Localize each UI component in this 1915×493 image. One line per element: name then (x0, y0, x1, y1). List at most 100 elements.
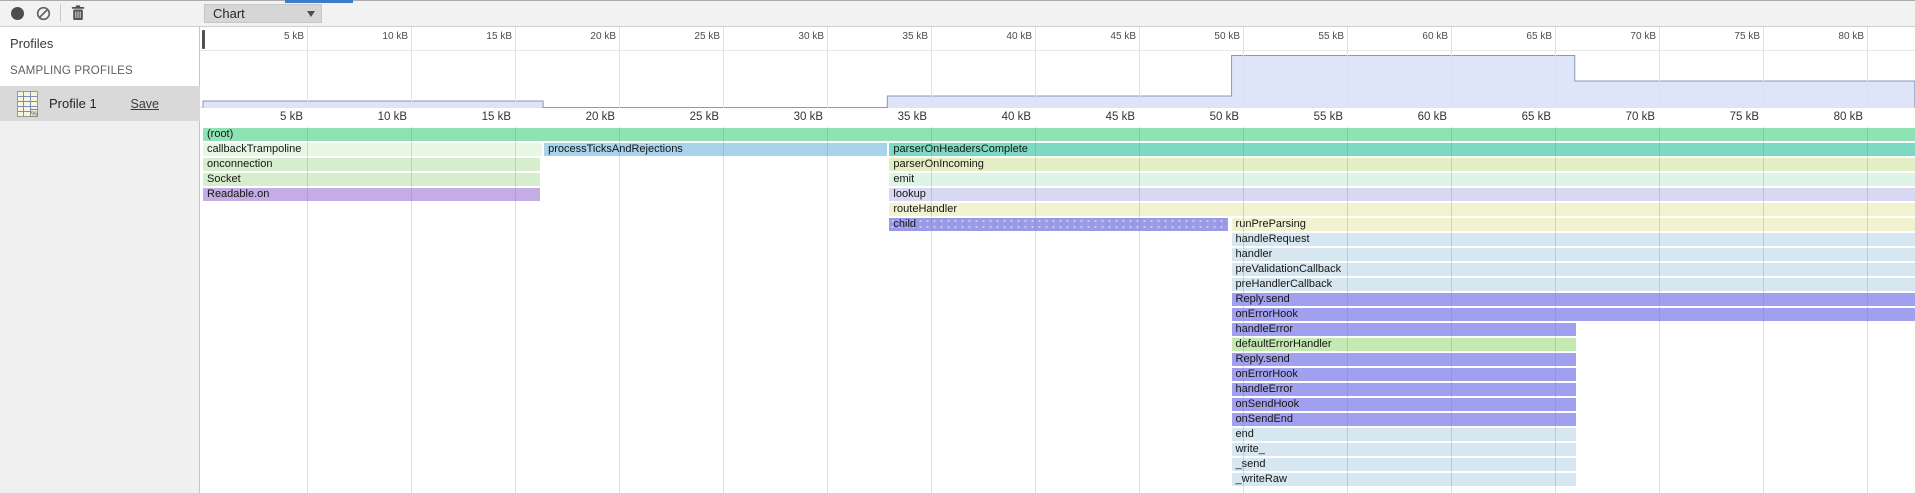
flame-chart-ruler: 5 kB 10 kB 15 kB 20 kB 25 kB 30 kB 35 kB 40 kB 4… (200, 108, 1915, 127)
gridline (619, 27, 620, 108)
flame-bar[interactable]: handleError (1232, 383, 1576, 396)
delete-profile-button[interactable] (65, 1, 91, 25)
gridline (827, 127, 828, 493)
gridline (1347, 27, 1348, 108)
gridline (1035, 27, 1036, 108)
flame-bar[interactable]: write_ (1232, 443, 1576, 456)
ruler-tick-label: 5 kB (244, 31, 304, 45)
ruler-tick-label: 45 kB (1076, 31, 1136, 45)
flame-chart-pane: 5 kB 10 kB 15 kB 20 kB 25 kB 30 kB 35 kB 40 kB 4… (200, 27, 1915, 493)
selection-left-handle[interactable] (202, 30, 205, 49)
record-button[interactable] (4, 1, 30, 25)
ruler-tick-label: 35 kB (868, 31, 928, 45)
flame-bar[interactable]: Readable.on (203, 188, 540, 201)
flame-bar[interactable]: preHandlerCallback (1232, 278, 1915, 291)
flame-bar[interactable]: (root) (203, 128, 1915, 141)
flame-bar[interactable]: routeHandler (889, 203, 1914, 216)
chevron-down-icon (307, 11, 315, 17)
ruler-tick-label: 50 kB (1175, 111, 1239, 125)
flame-bar[interactable]: Reply.send (1232, 353, 1576, 366)
sidebar-item-profile-1[interactable]: % Profile 1 Save (0, 86, 200, 121)
gridline (723, 27, 724, 108)
gridline (515, 27, 516, 108)
ruler-tick-label: 10 kB (343, 111, 407, 125)
sampling-profiles-header: SAMPLING PROFILES (10, 65, 133, 77)
flame-bar[interactable]: processTicksAndRejections (544, 143, 887, 156)
profiler-toolbar: Chart (0, 0, 1915, 27)
clear-button[interactable] (30, 1, 56, 25)
flame-bar[interactable]: handler (1232, 248, 1915, 261)
flame-bar[interactable]: handleError (1232, 323, 1576, 336)
ruler-tick-label: 30 kB (764, 31, 824, 45)
gridline (1555, 27, 1556, 108)
flame-bar[interactable]: callbackTrampoline (203, 143, 542, 156)
flame-bar[interactable]: onErrorHook (1232, 308, 1915, 321)
flame-bar[interactable]: onErrorHook (1232, 368, 1576, 381)
ruler-tick-label: 20 kB (556, 31, 616, 45)
profile-name: Profile 1 (49, 96, 131, 111)
svg-text:%: % (31, 110, 37, 116)
profiles-sidebar: Profiles SAMPLING PROFILES % Profile 1 S… (0, 27, 200, 493)
record-icon (11, 7, 24, 20)
ruler-tick-label: 75 kB (1695, 111, 1759, 125)
gridline (723, 127, 724, 493)
flame-bar[interactable]: onSendEnd (1232, 413, 1576, 426)
ruler-tick-label: 20 kB (551, 111, 615, 125)
ruler-tick-label: 35 kB (863, 111, 927, 125)
flame-bar[interactable]: lookup (889, 188, 1914, 201)
flame-bar[interactable]: emit (889, 173, 1914, 186)
trash-icon (71, 5, 85, 21)
ruler-tick-label: 60 kB (1388, 31, 1448, 45)
ruler-tick-label: 70 kB (1591, 111, 1655, 125)
ruler-tick-label: 5 kB (239, 111, 303, 125)
sidebar-title: Profiles (10, 36, 53, 51)
flame-bar[interactable]: runPreParsing (1232, 218, 1915, 231)
flame-bar[interactable]: _writeRaw (1232, 473, 1576, 486)
ruler-tick-label: 10 kB (348, 31, 408, 45)
gridline (619, 127, 620, 493)
allocation-overview[interactable]: 5 kB10 kB15 kB20 kB25 kB30 kB35 kB40 kB4… (200, 27, 1915, 108)
ruler-tick-label: 40 kB (967, 111, 1031, 125)
gridline (1451, 27, 1452, 108)
ruler-tick-label: 15 kB (447, 111, 511, 125)
gridline (827, 27, 828, 108)
profile-view-select[interactable]: Chart (204, 4, 322, 23)
gridline (411, 27, 412, 108)
gridline (1139, 27, 1140, 108)
flame-bar[interactable]: parserOnIncoming (889, 158, 1914, 171)
ruler-tick-label: 65 kB (1487, 111, 1551, 125)
gridline (1659, 27, 1660, 108)
ruler-tick-label: 25 kB (660, 31, 720, 45)
flame-chart: (root) callbackTrampolineprocessTicksAndR… (200, 127, 1915, 493)
profile-table-icon: % (17, 91, 38, 117)
flame-bar[interactable]: _send (1232, 458, 1576, 471)
flame-bar[interactable]: onSendHook (1232, 398, 1576, 411)
profile-view-select-value: Chart (213, 6, 307, 21)
ruler-tick-label: 45 kB (1071, 111, 1135, 125)
flame-bar[interactable]: defaultErrorHandler (1232, 338, 1576, 351)
ruler-tick-label: 25 kB (655, 111, 719, 125)
ruler-tick-label: 80 kB (1799, 111, 1863, 125)
ruler-tick-label: 15 kB (452, 31, 512, 45)
ruler-tick-label: 55 kB (1284, 31, 1344, 45)
flame-bar[interactable]: Reply.send (1232, 293, 1915, 306)
ruler-tick-label: 65 kB (1492, 31, 1552, 45)
clear-icon (36, 6, 51, 21)
flame-bar[interactable]: onconnection (203, 158, 540, 171)
gridline (1763, 27, 1764, 108)
flame-bar[interactable]: preValidationCallback (1232, 263, 1915, 276)
flame-bar[interactable]: child (889, 218, 1228, 231)
toolbar-separator (60, 4, 61, 22)
flame-bar[interactable]: Socket (203, 173, 540, 186)
flame-bar[interactable]: end (1232, 428, 1576, 441)
active-tab-underline (285, 0, 353, 3)
flame-bar[interactable]: parserOnHeadersComplete (889, 143, 1914, 156)
ruler-tick-label: 80 kB (1804, 31, 1864, 45)
flame-bar[interactable]: handleRequest (1232, 233, 1915, 246)
gridline (307, 27, 308, 108)
ruler-tick-label: 55 kB (1279, 111, 1343, 125)
ruler-tick-label: 60 kB (1383, 111, 1447, 125)
save-profile-link[interactable]: Save (131, 97, 160, 111)
gridline (1867, 27, 1868, 108)
ruler-tick-label: 30 kB (759, 111, 823, 125)
